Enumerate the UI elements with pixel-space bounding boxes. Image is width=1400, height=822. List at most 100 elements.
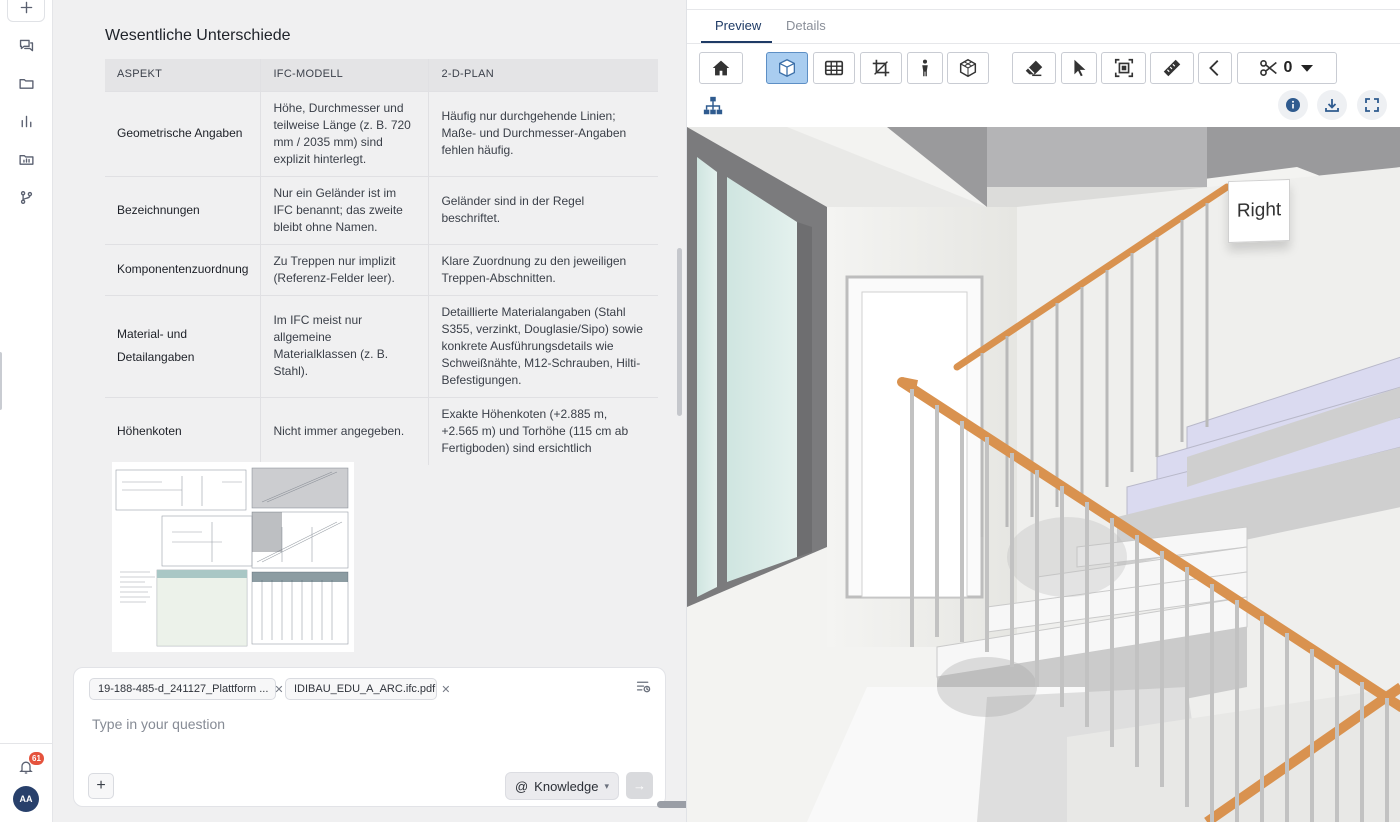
cell-aspect: Höhenkoten [105,396,262,465]
list-history-icon [636,681,651,693]
navigation-cube[interactable]: Right [1228,178,1290,244]
attachment-label: IDIBAU_EDU_A_ARC.ifc.pdf [294,683,436,695]
cell-ifc: Nur ein Geländer ist im IFC benannt; das… [260,175,430,244]
header-ifc: IFC-MODELL [260,59,430,91]
home-view-button[interactable] [699,52,743,84]
download-button[interactable] [1317,90,1347,120]
cell-aspect: Bezeichnungen [105,175,262,244]
new-chat-button[interactable] [7,0,45,22]
side-panel-handle[interactable] [0,352,2,410]
arrow-right-icon: → [633,778,646,793]
cell-plan: Detaillierte Materialangaben (Stahl S355… [428,294,658,397]
question-input[interactable] [92,716,632,732]
download-icon [1325,99,1339,112]
ruler-icon [1163,59,1181,77]
avatar[interactable]: AA [13,786,39,812]
attachment-chip[interactable]: IDIBAU_EDU_A_ARC.ifc.pdf ✕ [285,678,450,700]
info-button[interactable] [1278,90,1308,120]
table-row: Bezeichnungen Nur ein Geländer ist im IF… [105,175,658,244]
attachment-chip[interactable]: 19-188-485-d_241127_Plattform ... ✕ [89,678,284,700]
cell-plan: Klare Zuordnung zu den jeweiligen Treppe… [428,243,658,295]
table-header-row: ASPEKT IFC-MODELL 2-D-PLAN [105,59,658,91]
table-icon [824,60,844,76]
cell-aspect: Komponentenzuordnung [105,243,262,295]
rail-workflows[interactable] [7,182,45,212]
model-tree-button[interactable] [702,95,724,117]
table-row: Material- und Detailangaben Im IFC meist… [105,294,658,397]
plus-icon: + [96,777,106,794]
walk-mode-button[interactable] [907,52,943,84]
branch-icon [20,190,32,204]
cell-ifc: Im IFC meist nur allgemeine Materialklas… [260,294,430,397]
folder-icon [18,78,34,89]
chevron-left-icon [1209,60,1219,76]
cell-aspect: Geometrische Angaben [105,90,262,176]
history-filter-button[interactable] [635,678,653,696]
cell-plan: Geländer sind in der Regel beschriftet. [428,175,658,244]
table-row: Komponentenzuordnung Zu Treppen nur impl… [105,243,658,295]
message-composer: 19-188-485-d_241127_Plattform ... ✕ IDIB… [73,667,666,807]
cursor-icon [1074,59,1086,77]
select-button[interactable] [1061,52,1097,84]
send-button[interactable]: → [626,772,653,799]
hierarchy-icon [703,96,723,115]
header-aspect: ASPEKT [105,59,262,91]
fullscreen-icon [1365,98,1379,112]
frame-icon [1114,58,1133,78]
rail-chats[interactable] [7,30,45,60]
close-icon[interactable]: ✕ [441,683,450,696]
3d-box-icon [779,59,795,77]
section-cut-dropdown[interactable]: 0 [1237,52,1337,84]
knowledge-label: Knowledge [534,778,599,794]
chat-scrollbar[interactable] [677,248,682,416]
comparison-table: ASPEKT IFC-MODELL 2-D-PLAN Geometrische … [105,59,658,465]
info-icon [1286,98,1300,112]
navcube-face-label: Right [1236,199,1282,222]
eraser-icon [1025,60,1043,77]
measure-button[interactable] [1150,52,1194,84]
crop-button[interactable] [860,52,902,84]
model-3d-canvas[interactable]: Right [687,127,1400,822]
fit-frame-button[interactable] [1101,52,1146,84]
model-viewer: Preview Details 0 Right [686,0,1400,822]
table-row: Höhenkoten Nicht immer angegeben. Exakte… [105,396,658,465]
rail-projects[interactable] [7,144,45,174]
project-folder-icon [18,154,34,165]
staircase-render [687,127,1400,822]
chat-bubbles-icon [19,39,33,51]
table-row: Geometrische Angaben Höhe, Durchmesser u… [105,90,658,176]
knowledge-select[interactable]: @ Knowledge ▾ [505,772,619,800]
cell-ifc: Höhe, Durchmesser und teilweise Länge (z… [260,90,430,176]
plus-icon [20,1,32,13]
tab-preview[interactable]: Preview [715,18,761,33]
drawing-preview-image [112,462,354,652]
viewer-top-divider [687,9,1400,10]
section-cut-count: 0 [1283,59,1293,76]
home-icon [712,60,730,76]
tab-details[interactable]: Details [786,18,826,33]
at-icon: @ [514,778,529,794]
section-box-button[interactable] [947,52,989,84]
section-box-icon [959,58,977,78]
3d-view-button[interactable] [766,52,808,84]
add-attachment-button[interactable]: + [88,773,114,799]
close-icon[interactable]: ✕ [274,683,283,696]
rail-files[interactable] [7,68,45,98]
cell-ifc: Nicht immer angegeben. [260,396,430,465]
person-icon [922,59,928,77]
cell-aspect: Material- und Detailangaben [105,294,262,397]
properties-table-button[interactable] [813,52,855,84]
notification-badge: 61 [29,752,44,765]
chat-pane: Wesentliche Unterschiede ASPEKT IFC-MODE… [53,0,695,822]
eraser-button[interactable] [1012,52,1056,84]
chevron-down-icon: ▾ [604,780,610,791]
fullscreen-button[interactable] [1357,90,1387,120]
rail-analytics[interactable] [7,106,45,136]
bar-chart-icon [21,115,31,127]
cell-plan: Häufig nur durchgehende Linien; Maße- un… [428,90,658,176]
collapse-toolbar-button[interactable] [1198,52,1232,84]
rail-divider [0,743,53,744]
left-rail: 61 AA [0,0,53,822]
caret-down-icon [1301,65,1314,72]
drawing-thumbnail[interactable] [112,462,354,652]
